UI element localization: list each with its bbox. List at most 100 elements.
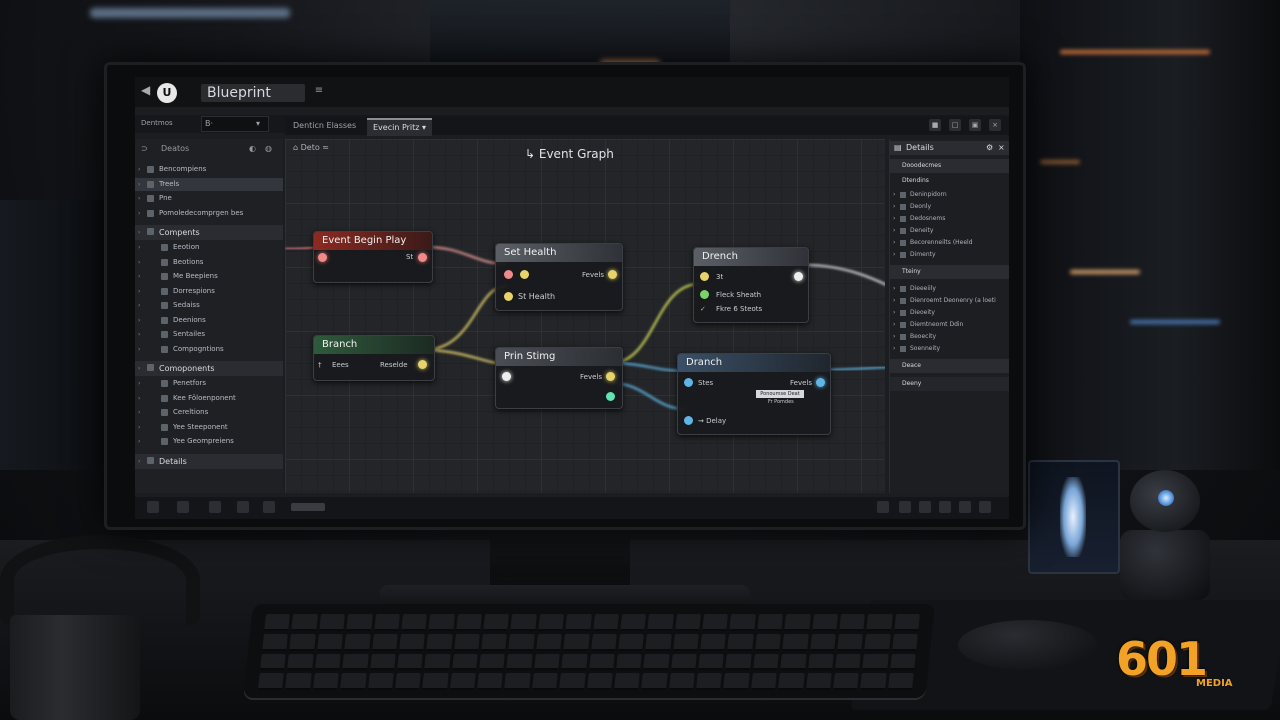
toolbar-icon[interactable] — [177, 501, 189, 513]
settings-icon[interactable]: ⚙ — [986, 141, 993, 155]
tree-item[interactable]: › Me Beepiens — [135, 270, 283, 283]
chevron-right-icon[interactable]: › — [138, 328, 140, 341]
panel-section-header[interactable]: › Compents — [135, 225, 283, 240]
data-pin[interactable] — [608, 270, 617, 279]
details-row[interactable]: › Soenneity — [890, 343, 1009, 355]
tree-item[interactable]: › Sedaiss — [135, 299, 283, 312]
node-event-begin-play[interactable]: Event Begin Play St — [313, 231, 433, 283]
chevron-right-icon[interactable]: › — [138, 241, 140, 254]
exec-pin[interactable] — [502, 372, 511, 381]
chevron-right-icon[interactable]: › — [138, 299, 140, 312]
details-row[interactable]: › Deneity — [890, 225, 1009, 237]
tree-item[interactable]: › Pomoledecomprgen bes — [135, 207, 283, 220]
details-row[interactable]: › Deninpidorn — [890, 189, 1009, 201]
tree-item[interactable]: › Beotions — [135, 256, 283, 269]
toolbar-icon[interactable] — [979, 501, 991, 513]
node-print-string[interactable]: Prin Stimg Fevels — [495, 347, 623, 409]
chevron-right-icon[interactable]: › — [138, 435, 140, 448]
close-icon[interactable] — [877, 501, 889, 513]
chevron-right-icon[interactable]: › — [138, 192, 140, 205]
toolbar-icon[interactable] — [237, 501, 249, 513]
tree-item[interactable]: › Yee Steeponent — [135, 421, 283, 434]
tree-item[interactable]: › Deenions — [135, 314, 283, 327]
details-row[interactable]: › Deonly — [890, 201, 1009, 213]
toolbar-icon[interactable] — [959, 501, 971, 513]
section-header[interactable]: Tteiny — [890, 265, 1009, 279]
details-row[interactable]: › Dedosnems — [890, 213, 1009, 225]
camera-icon[interactable] — [263, 501, 275, 513]
chevron-right-icon[interactable]: › — [138, 256, 140, 269]
node-branch-right[interactable]: Dranch Stes Fevels Ponoumse Deat Fr Pomd… — [677, 353, 831, 435]
panel-section-header[interactable]: › Details — [135, 453, 283, 469]
details-row[interactable]: › Dimenty — [890, 249, 1009, 261]
tree-item[interactable]: › Dorrespions — [135, 285, 283, 298]
details-row[interactable]: › Beoecity — [890, 331, 1009, 343]
mode-dropdown[interactable]: B· ▾ — [201, 116, 269, 132]
exec-pin[interactable] — [418, 253, 427, 262]
data-pin[interactable] — [816, 378, 825, 387]
chevron-right-icon[interactable]: › — [138, 225, 140, 240]
chevron-right-icon[interactable]: › — [138, 343, 140, 356]
details-row[interactable]: › Becorenneilts (Heeld — [890, 237, 1009, 249]
tree-item[interactable]: › Compogntions — [135, 343, 283, 356]
data-pin[interactable] — [606, 392, 615, 401]
tree-item[interactable]: › Kee Föloenponent — [135, 392, 283, 405]
chevron-right-icon[interactable]: › — [138, 454, 140, 469]
chevron-right-icon[interactable]: › — [138, 361, 140, 376]
data-pin[interactable] — [418, 360, 427, 369]
toolbar-icon[interactable]: ■ — [929, 119, 941, 131]
tree-item[interactable]: › Sentailes — [135, 328, 283, 341]
section-header[interactable]: Dtendins — [890, 175, 1009, 187]
search-input[interactable]: Deatos — [161, 141, 189, 157]
exec-pin[interactable] — [318, 253, 327, 262]
value-field[interactable]: Ponoumse Deat — [756, 390, 804, 398]
section-header[interactable]: Deace — [890, 359, 1009, 373]
section-header[interactable]: Deeny — [890, 377, 1009, 391]
toolbar-icon[interactable]: □ — [949, 119, 961, 131]
close-icon[interactable]: × — [998, 141, 1005, 155]
exec-pin[interactable] — [504, 270, 513, 279]
tab-event-print[interactable]: Evecin Pritz ▾ — [367, 118, 433, 136]
eye-icon[interactable]: ◐ — [249, 141, 256, 157]
details-row[interactable]: › Dieoeity — [890, 307, 1009, 319]
event-graph-canvas[interactable]: ⌂ Deto ≈ ↳ Event Graph Event Begin Play … — [285, 139, 885, 493]
tree-item[interactable]: › Penetfors — [135, 377, 283, 390]
chevron-right-icon[interactable]: › — [138, 377, 140, 390]
node-branch-left[interactable]: Branch † Eees Reselde — [313, 335, 435, 381]
chevron-right-icon[interactable]: › — [138, 314, 140, 327]
chevron-right-icon[interactable]: › — [138, 163, 140, 176]
close-icon[interactable]: × — [989, 119, 1001, 131]
exec-pin[interactable] — [794, 272, 803, 281]
toolbar-icon[interactable] — [147, 501, 159, 513]
chevron-right-icon[interactable]: › — [138, 178, 140, 191]
tree-item[interactable]: › Pne — [135, 192, 283, 205]
data-pin[interactable] — [504, 292, 513, 301]
tree-item[interactable]: › Cereltions — [135, 406, 283, 419]
data-pin[interactable] — [520, 270, 529, 279]
tree-item[interactable]: › Yee Geompreiens — [135, 435, 283, 448]
toolbar-icon[interactable] — [899, 501, 911, 513]
data-pin[interactable] — [684, 416, 693, 425]
section-header[interactable]: Dooodecmes — [890, 159, 1009, 173]
menu-item[interactable]: Dentmos — [141, 119, 173, 127]
settings-icon[interactable]: ◍ — [265, 141, 272, 157]
data-pin[interactable] — [606, 372, 615, 381]
chevron-right-icon[interactable]: › — [138, 270, 140, 283]
data-pin[interactable] — [700, 272, 709, 281]
toolbar-icon[interactable]: ▣ — [969, 119, 981, 131]
toolbar-icon[interactable] — [209, 501, 221, 513]
details-row[interactable]: › Dienroemt Deonenry (a loeti — [890, 295, 1009, 307]
engine-logo-icon[interactable]: U — [157, 83, 177, 103]
tree-item[interactable]: › Eeotion — [135, 241, 283, 254]
toolbar-icon[interactable] — [919, 501, 931, 513]
data-pin[interactable] — [700, 290, 709, 299]
chevron-right-icon[interactable]: › — [138, 421, 140, 434]
tree-item[interactable]: › Bencompiens — [135, 163, 283, 176]
chevron-right-icon[interactable]: › — [138, 207, 140, 220]
back-icon[interactable]: ◀ — [141, 83, 150, 97]
node-set-health[interactable]: Set Health Fevels St Health — [495, 243, 623, 311]
data-pin[interactable] — [684, 378, 693, 387]
menu-icon[interactable]: ≡ — [311, 85, 327, 101]
tree-item[interactable]: › Treels — [135, 177, 283, 191]
blueprint-name[interactable]: Blueprint — [201, 84, 305, 102]
